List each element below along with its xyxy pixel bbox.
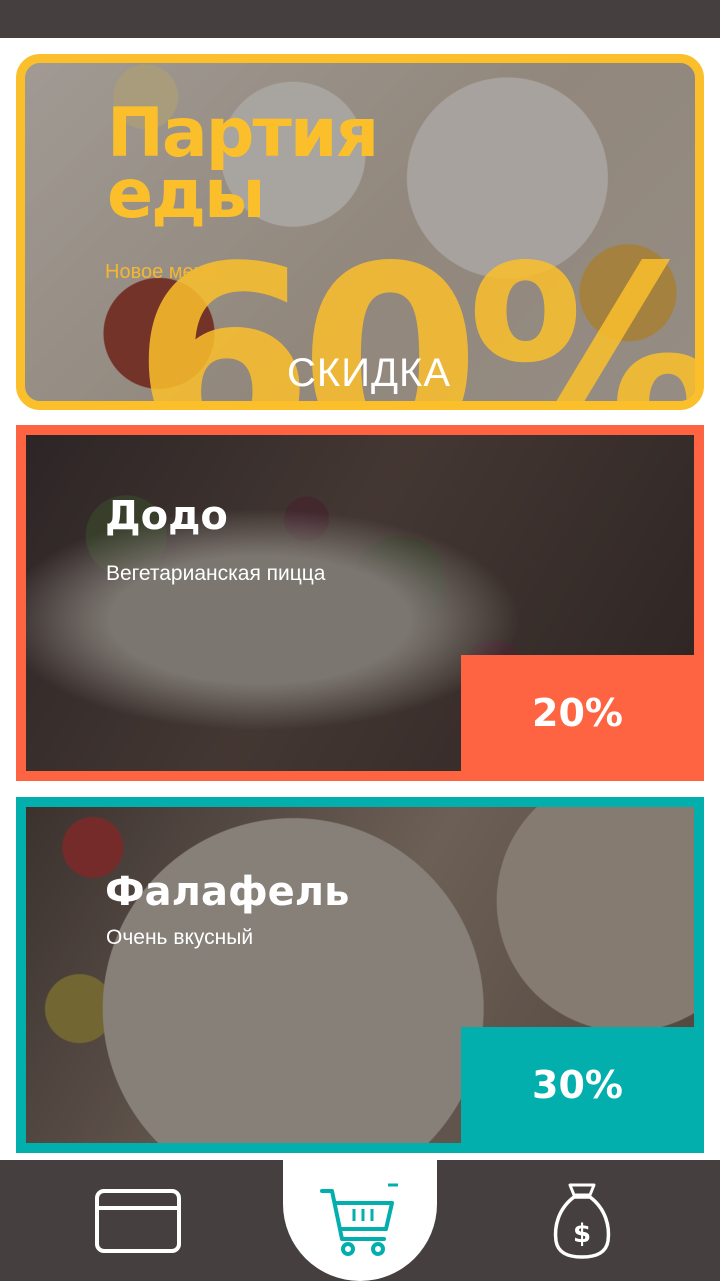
bottom-navigation: $ — [0, 1160, 720, 1281]
discount-badge: 20% — [461, 655, 694, 771]
offer-card-dodo[interactable]: Додо Вегетарианская пицца 20% — [16, 425, 704, 781]
shopping-cart-icon — [320, 1183, 398, 1256]
discount-badge: 30% — [461, 1027, 694, 1143]
status-bar — [0, 0, 720, 38]
offer-description: Очень вкусный — [106, 926, 254, 949]
offer-name: Додо — [105, 493, 228, 539]
nav-cards-button[interactable] — [60, 1160, 216, 1281]
nav-money-button[interactable]: $ — [504, 1160, 660, 1281]
promo-title-line-2: еды — [107, 155, 266, 235]
discount-value: 30% — [532, 1063, 623, 1107]
money-bag-icon: $ — [553, 1183, 611, 1259]
promo-banner[interactable]: 60% Партия еды Новое меню СКИДКА — [16, 54, 704, 410]
credit-card-icon — [95, 1188, 181, 1253]
nav-cart-button[interactable] — [283, 1160, 437, 1281]
promo-subtitle: Новое меню — [105, 261, 220, 283]
dollar-sign: $ — [573, 1219, 591, 1249]
promo-title: Партия еды — [107, 99, 447, 235]
offer-name: Фалафель — [105, 869, 350, 915]
promo-discount-label: СКИДКА — [287, 351, 452, 395]
offer-description: Вегетарианская пицца — [106, 562, 326, 585]
offer-card-falafel[interactable]: Фалафель Очень вкусный 30% — [16, 797, 704, 1153]
discount-value: 20% — [532, 691, 623, 735]
